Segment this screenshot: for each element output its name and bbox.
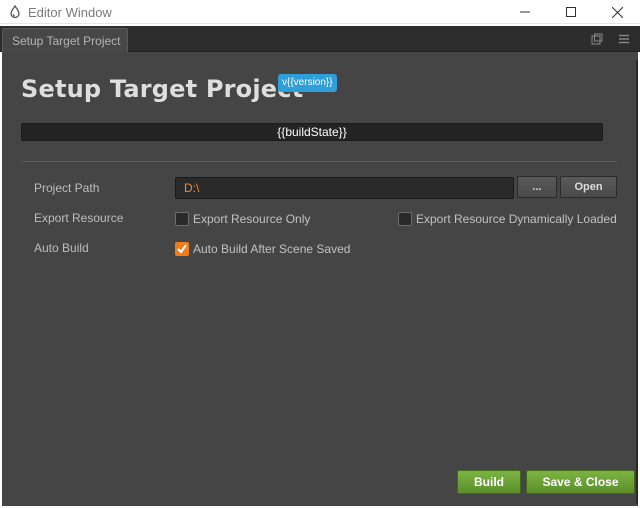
panel-edge xyxy=(636,60,638,504)
auto-build-option-label[interactable]: Auto Build After Scene Saved xyxy=(193,242,350,256)
divider xyxy=(21,161,617,162)
auto-build-label: Auto Build xyxy=(34,241,89,255)
minimize-button[interactable] xyxy=(502,0,548,24)
project-path-label: Project Path xyxy=(34,181,100,195)
page-title: Setup Target Project xyxy=(21,75,304,103)
window-title: Editor Window xyxy=(28,5,112,20)
tab-setup-target-project[interactable]: Setup Target Project xyxy=(2,28,128,52)
open-button[interactable]: Open xyxy=(560,176,617,198)
tab-strip: Setup Target Project xyxy=(0,26,640,52)
build-state-bar: {{buildState}} xyxy=(21,123,603,141)
export-resource-only-label[interactable]: Export Resource Only xyxy=(193,212,310,226)
menu-icon[interactable] xyxy=(617,32,631,46)
maximize-button[interactable] xyxy=(548,0,594,24)
build-button[interactable]: Build xyxy=(457,470,521,494)
drop-icon xyxy=(8,4,22,19)
browse-button[interactable]: ... xyxy=(517,176,557,198)
save-close-button[interactable]: Save & Close xyxy=(526,470,635,494)
popout-icon[interactable] xyxy=(590,32,604,46)
export-resource-label: Export Resource xyxy=(34,211,124,225)
version-badge: v{{version}} xyxy=(278,74,337,92)
project-path-input[interactable]: D:\ xyxy=(175,177,514,199)
os-title-bar: Editor Window xyxy=(0,0,640,24)
export-resource-dynamic-checkbox[interactable] xyxy=(398,212,412,226)
auto-build-checkbox[interactable] xyxy=(175,242,189,256)
checkmark-icon xyxy=(177,244,187,254)
setup-panel: Setup Target Project v{{version}} {{buil… xyxy=(2,52,638,506)
export-resource-only-checkbox[interactable] xyxy=(175,212,189,226)
close-button[interactable] xyxy=(594,0,640,24)
export-resource-dynamic-label[interactable]: Export Resource Dynamically Loaded xyxy=(416,212,617,226)
